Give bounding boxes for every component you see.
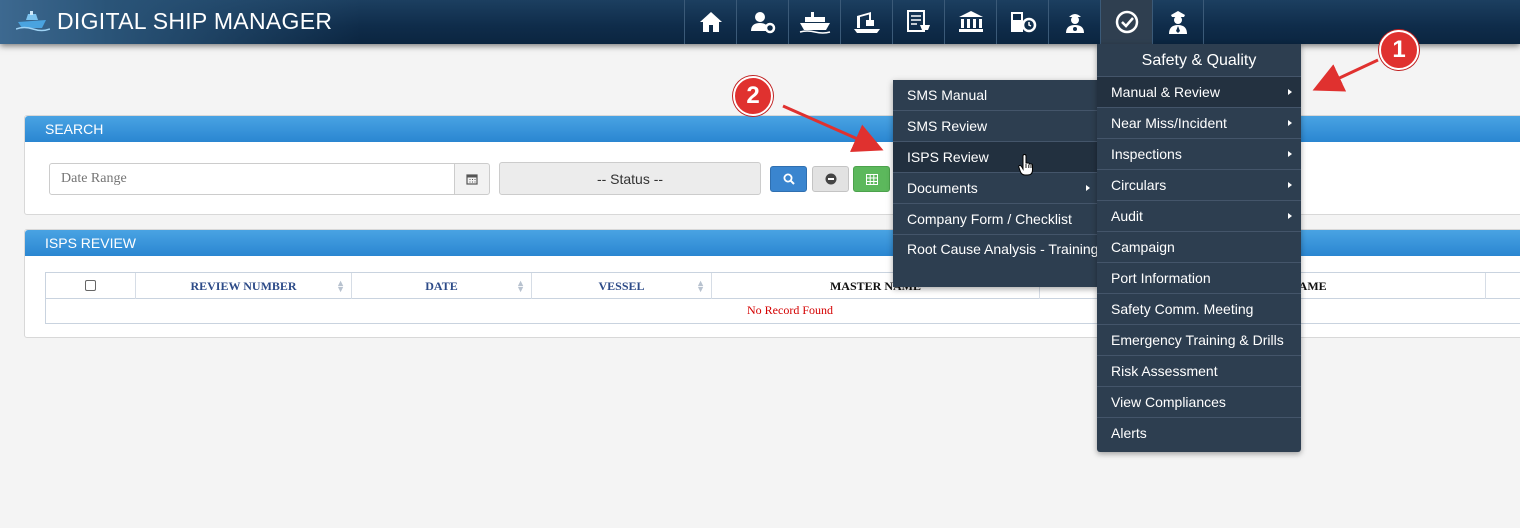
annotation-marker-2: 2 (733, 76, 773, 116)
annotation-arrow-1 (1312, 58, 1379, 92)
annotation-arrow-2 (782, 104, 884, 153)
annotation-marker-1: 1 (1379, 30, 1419, 70)
